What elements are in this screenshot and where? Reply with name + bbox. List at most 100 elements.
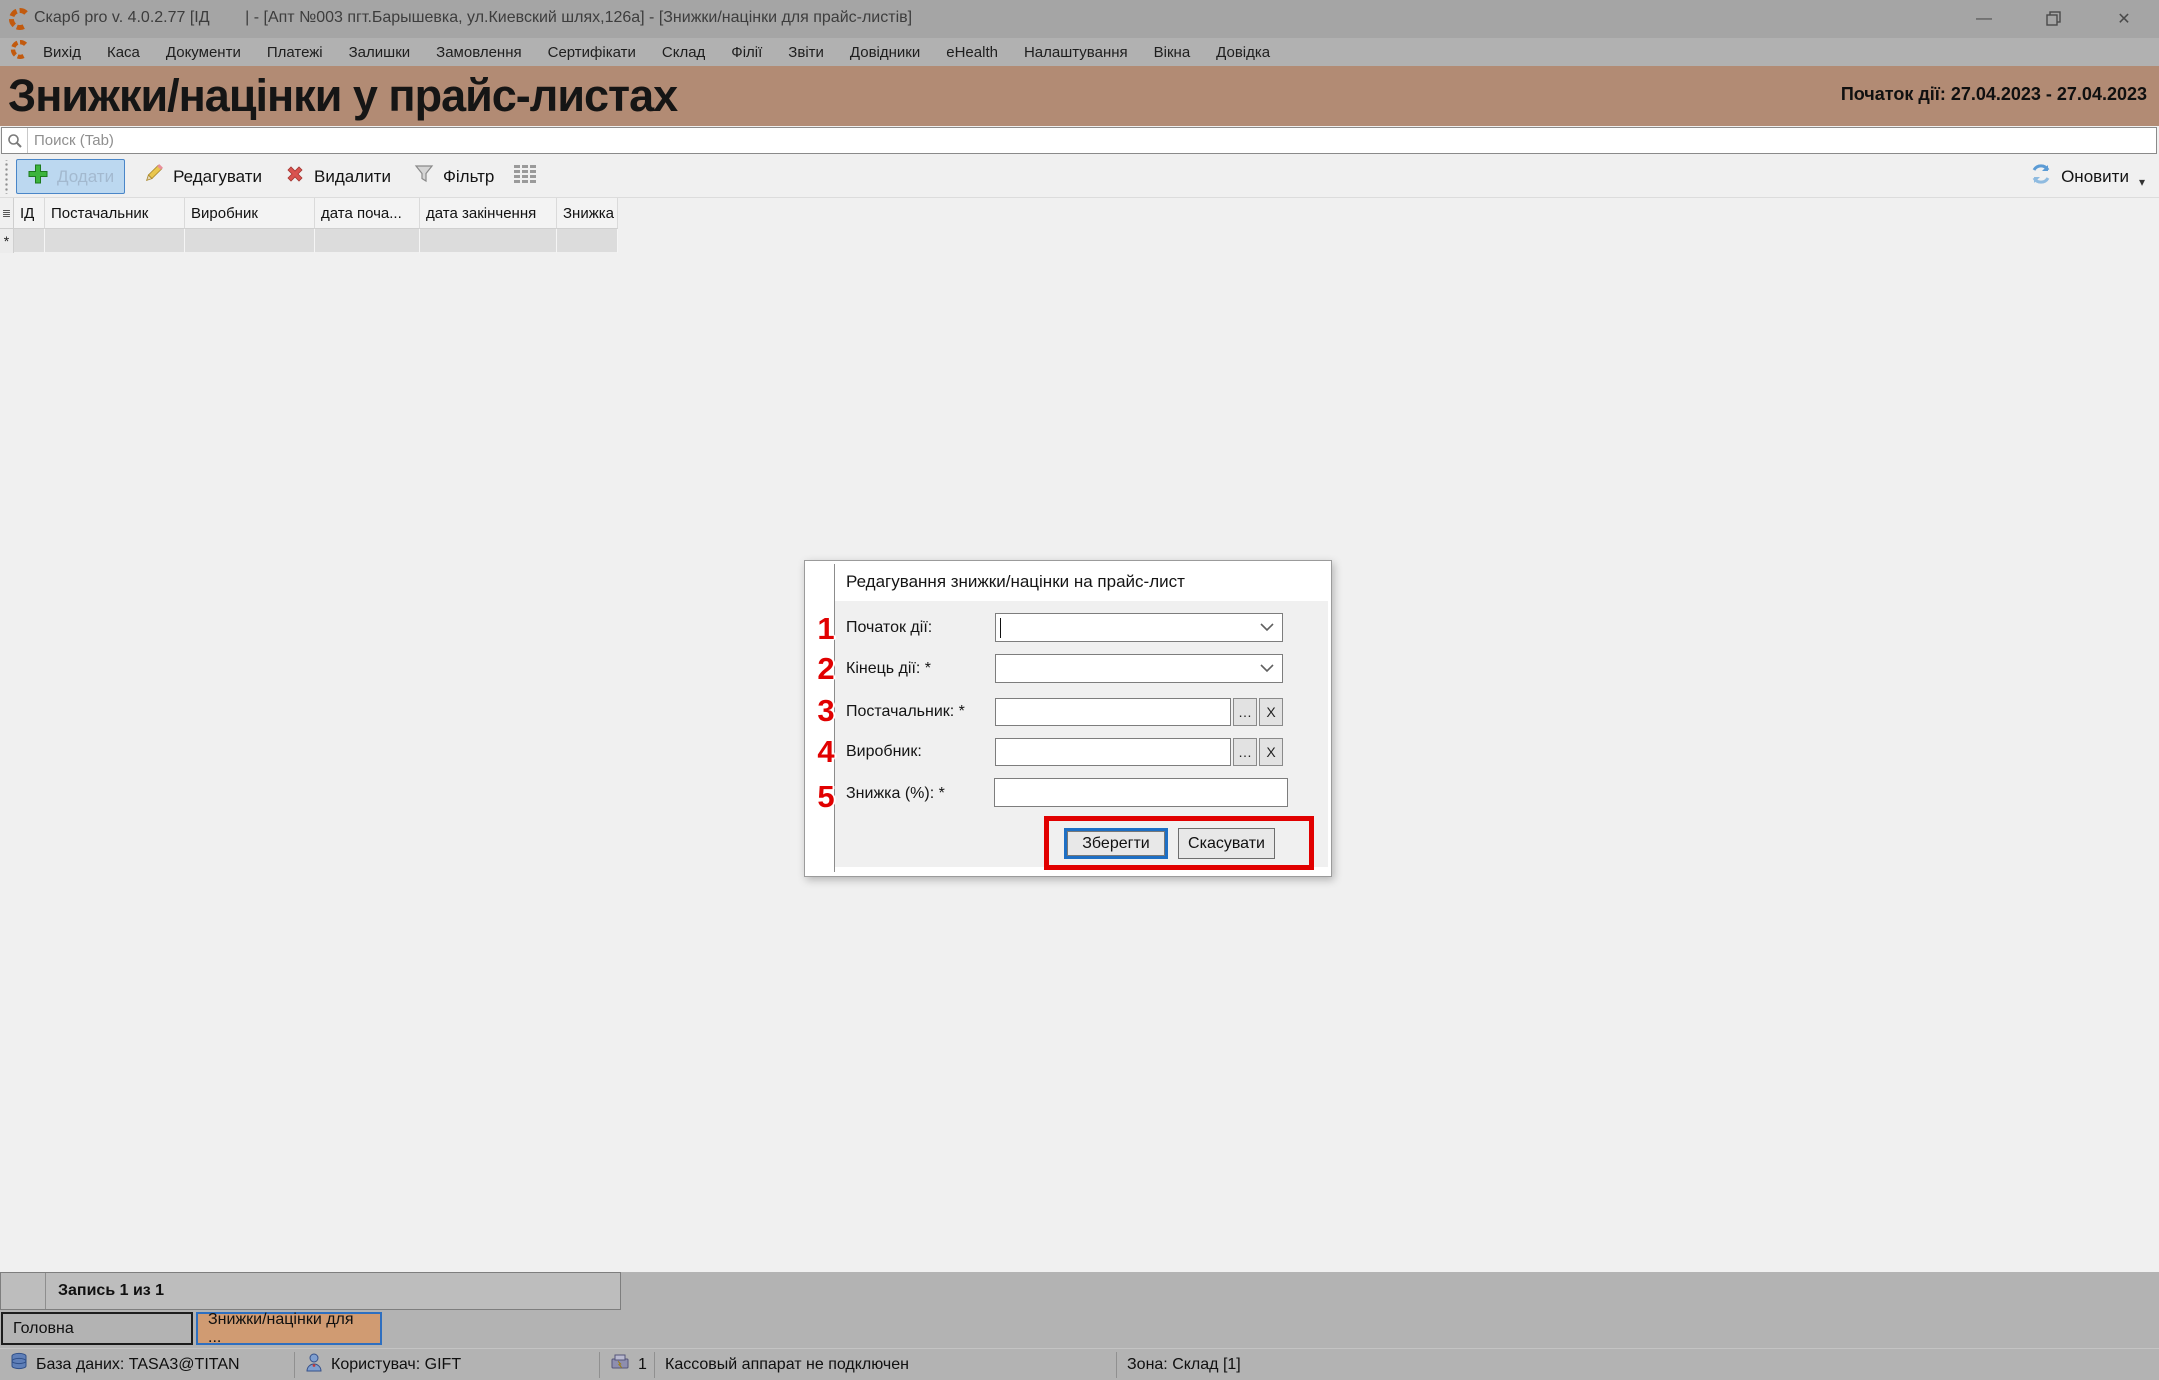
- zone-label: Зона: Склад [1]: [1127, 1356, 1241, 1374]
- status-user-section: Користувач: GIFT: [295, 1352, 600, 1378]
- record-nav-cell: [1, 1273, 46, 1309]
- page-title: Знижки/націнки у прайс-листах: [8, 70, 677, 122]
- status-zone-section: Зона: Склад [1]: [1117, 1352, 1547, 1378]
- status-cash-count-section: 1: [600, 1352, 655, 1378]
- edit-button[interactable]: Редагувати: [133, 158, 270, 195]
- column-chooser-icon[interactable]: [512, 162, 538, 191]
- supplier-clear-button[interactable]: X: [1259, 698, 1283, 726]
- grid-corner-icon[interactable]: ≣: [0, 198, 14, 229]
- menu-item-sertyfikaty[interactable]: Сертифікати: [548, 44, 636, 61]
- refresh-icon: [2029, 162, 2053, 191]
- user-icon: [305, 1352, 323, 1377]
- pencil-icon: [141, 162, 165, 191]
- tab-holovna[interactable]: Головна: [1, 1312, 193, 1345]
- menu-item-nalashtuvannia[interactable]: Налаштування: [1024, 44, 1128, 61]
- edit-discount-dialog: Редагування знижки/націнки на прайс-лист…: [804, 560, 1332, 877]
- funnel-icon: [413, 163, 435, 190]
- tab-discounts-active[interactable]: Знижки/націнки для ...: [196, 1312, 382, 1345]
- supplier-input[interactable]: [995, 698, 1231, 726]
- column-header-manufacturer[interactable]: Виробник: [185, 198, 315, 229]
- start-date-combobox[interactable]: [995, 613, 1283, 642]
- search-placeholder: Поиск (Tab): [34, 132, 114, 149]
- menu-item-zalyshky[interactable]: Залишки: [349, 44, 411, 61]
- column-header-date-end[interactable]: дата закінчення: [420, 198, 557, 229]
- data-grid: ≣ ІД Постачальник Виробник дата поча... …: [0, 198, 618, 253]
- end-date-combobox[interactable]: [995, 654, 1283, 683]
- toolbar-grip-handle[interactable]: [3, 160, 10, 194]
- menu-item-filii[interactable]: Філії: [731, 44, 762, 61]
- page-header: Знижки/націнки у прайс-листах Початок ді…: [0, 66, 2159, 126]
- text-cursor: [1000, 618, 1001, 638]
- status-bar: База даних: TASA3@TITAN Користувач: GIFT…: [0, 1348, 2159, 1380]
- annotation-number-4: 4: [809, 734, 843, 770]
- menu-item-ehealth[interactable]: eHealth: [946, 44, 998, 61]
- application-window: Скарб pro v. 4.0.2.77 [ІД | - [Апт №003 …: [0, 0, 2159, 1380]
- red-x-icon: [284, 163, 306, 190]
- end-date-label: Кінець дії: *: [846, 660, 931, 678]
- column-header-supplier[interactable]: Постачальник: [45, 198, 185, 229]
- menu-item-dovidka[interactable]: Довідка: [1216, 44, 1270, 61]
- manufacturer-lookup-button[interactable]: …: [1233, 738, 1257, 766]
- add-button[interactable]: Додати: [16, 159, 125, 194]
- window-title: Скарб pro v. 4.0.2.77 [ІД | - [Апт №003 …: [34, 9, 912, 27]
- column-header-discount[interactable]: Знижка: [557, 198, 618, 229]
- annotation-number-3: 3: [809, 693, 843, 729]
- mdi-child-logo-icon: [10, 39, 29, 65]
- cancel-button[interactable]: Скасувати: [1178, 828, 1275, 859]
- filter-button[interactable]: Фільтр: [405, 159, 502, 194]
- database-label: База даних: TASA3@TITAN: [36, 1356, 240, 1374]
- start-date-label: Початок дії:: [846, 619, 932, 637]
- record-status-bar: Запись 1 из 1: [0, 1272, 621, 1310]
- toolbar: Додати Редагувати Видалити Фільтр: [0, 156, 2159, 198]
- bottom-band: Запись 1 из 1 Головна Знижки/націнки для…: [0, 1272, 2159, 1380]
- menu-item-dokumenty[interactable]: Документи: [166, 44, 241, 61]
- status-database-section: База даних: TASA3@TITAN: [0, 1352, 295, 1378]
- annotation-number-5: 5: [809, 779, 843, 815]
- save-button[interactable]: Зберегти: [1064, 828, 1168, 859]
- menu-item-dovidnyky[interactable]: Довідники: [850, 44, 920, 61]
- menu-item-zvity[interactable]: Звіти: [788, 44, 824, 61]
- title-bar: Скарб pro v. 4.0.2.77 [ІД | - [Апт №003 …: [0, 0, 2159, 38]
- menu-item-kasa[interactable]: Каса: [107, 44, 140, 61]
- minimize-window-icon[interactable]: —: [1969, 8, 1999, 30]
- plus-icon: [27, 163, 49, 190]
- supplier-label: Постачальник: *: [846, 703, 965, 721]
- discount-percent-label: Знижка (%): *: [846, 785, 945, 803]
- document-tab-bar: Головна Знижки/націнки для ...: [0, 1310, 2159, 1348]
- table-row[interactable]: *: [0, 229, 618, 253]
- column-header-id[interactable]: ІД: [14, 198, 45, 229]
- menu-item-vyhid[interactable]: Вихід: [43, 44, 81, 61]
- menu-item-zamovlennia[interactable]: Замовлення: [436, 44, 521, 61]
- close-window-icon[interactable]: ✕: [2109, 8, 2139, 30]
- database-icon: [10, 1352, 28, 1377]
- cash-status-label: Кассовый аппарат не подключен: [665, 1356, 909, 1374]
- menu-item-platezhi[interactable]: Платежі: [267, 44, 323, 61]
- search-bar: Поиск (Tab): [0, 126, 2159, 156]
- delete-button[interactable]: Видалити: [276, 159, 399, 194]
- chevron-down-icon: [1260, 664, 1274, 673]
- supplier-lookup-button[interactable]: …: [1233, 698, 1257, 726]
- search-icon: [2, 128, 28, 153]
- column-header-date-start[interactable]: дата поча...: [315, 198, 420, 229]
- cash-count: 1: [638, 1356, 647, 1374]
- status-cash-status-section: Кассовый аппарат не подключен: [655, 1352, 1117, 1378]
- annotation-number-2: 2: [809, 651, 843, 687]
- manufacturer-label: Виробник:: [846, 743, 922, 761]
- grid-header-row: ≣ ІД Постачальник Виробник дата поча... …: [0, 198, 618, 229]
- record-count-label: Запись 1 из 1: [58, 1282, 164, 1300]
- refresh-dropdown-icon[interactable]: ▾: [2139, 175, 2145, 189]
- menu-item-vikna[interactable]: Вікна: [1154, 44, 1191, 61]
- manufacturer-input[interactable]: [995, 738, 1231, 766]
- refresh-button[interactable]: Оновити ▾: [2029, 162, 2145, 191]
- new-row-marker: *: [0, 229, 14, 253]
- manufacturer-clear-button[interactable]: X: [1259, 738, 1283, 766]
- menu-item-sklad[interactable]: Склад: [662, 44, 705, 61]
- chevron-down-icon: [1260, 623, 1274, 632]
- cash-register-icon: [610, 1353, 630, 1376]
- annotation-number-1: 1: [809, 611, 843, 647]
- period-label: Початок дії: 27.04.2023 - 27.04.2023: [1841, 84, 2147, 105]
- discount-percent-input[interactable]: [994, 778, 1288, 807]
- search-input[interactable]: Поиск (Tab): [1, 127, 2157, 154]
- dialog-title: Редагування знижки/націнки на прайс-лист: [846, 572, 1185, 592]
- restore-window-icon[interactable]: [2039, 8, 2069, 30]
